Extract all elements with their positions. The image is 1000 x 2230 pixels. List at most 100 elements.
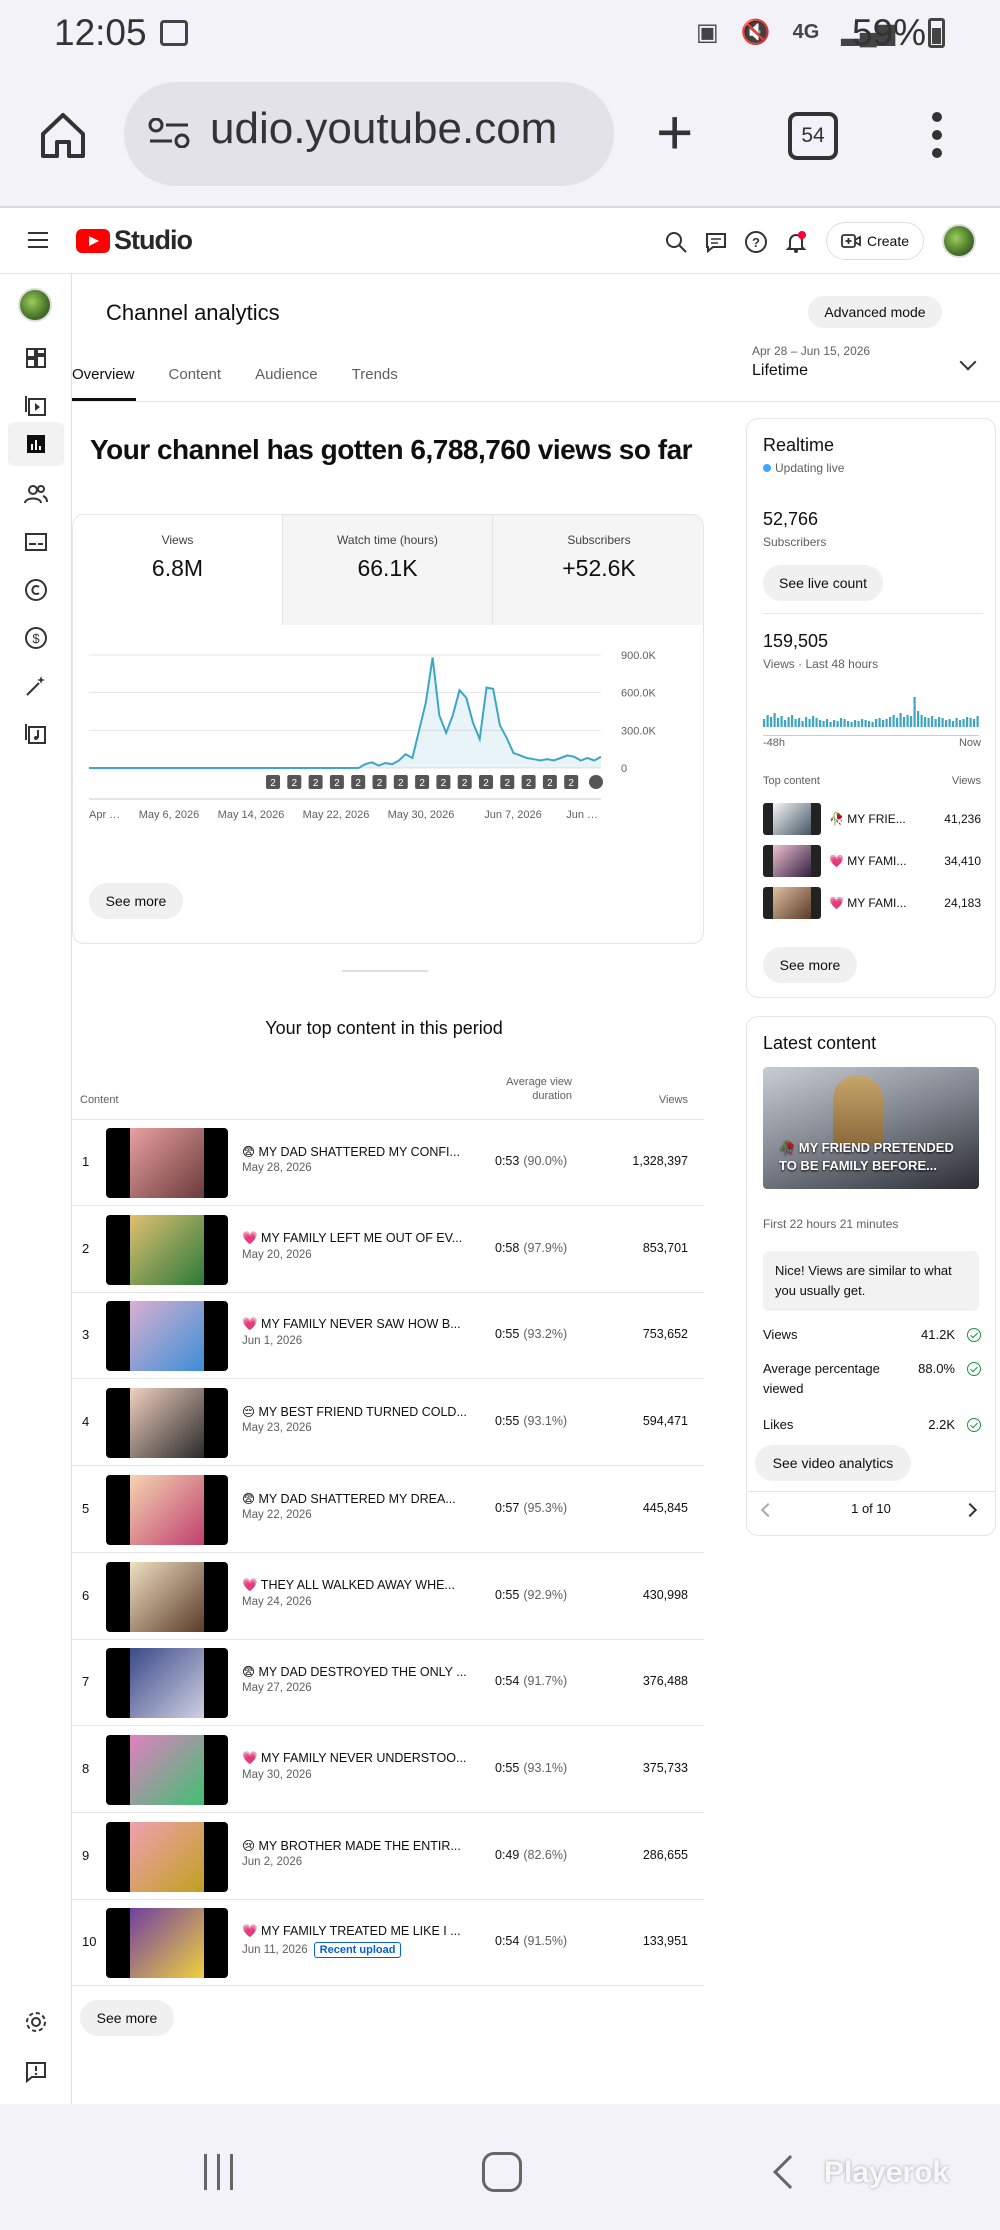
- menu-icon[interactable]: [28, 232, 48, 248]
- video-title[interactable]: 😨 MY DAD SHATTERED MY DREA...: [242, 1491, 472, 1506]
- metric-label: Views: [161, 533, 194, 547]
- video-thumbnail[interactable]: [106, 1128, 228, 1198]
- period-selector[interactable]: Lifetime: [752, 362, 808, 380]
- earn-icon[interactable]: $: [24, 626, 48, 650]
- metric-views[interactable]: Views 6.8M: [73, 515, 283, 625]
- back-icon[interactable]: [773, 2155, 807, 2189]
- series-line[interactable]: [89, 657, 602, 769]
- table-row[interactable]: 5 😨 MY DAD SHATTERED MY DREA... May 22, 20…: [72, 1467, 704, 1553]
- dashboard-icon[interactable]: [24, 346, 48, 370]
- help-icon[interactable]: ?: [744, 230, 768, 254]
- row-rank: 10: [82, 1934, 97, 1950]
- table-row[interactable]: 4 😔 MY BEST FRIEND TURNED COLD... May 23, …: [72, 1380, 704, 1467]
- tab-switcher-button[interactable]: 54: [788, 112, 838, 160]
- metric-subscribers[interactable]: Subscribers +52.6K: [493, 515, 703, 625]
- tab-overview[interactable]: Overview: [72, 366, 169, 383]
- customization-icon[interactable]: [24, 674, 48, 698]
- realtime-bar: [850, 722, 853, 727]
- duration-percent: (97.9%): [523, 1240, 568, 1255]
- table-row[interactable]: 1 😨 MY DAD SHATTERED MY CONFI... May 28, 2…: [72, 1120, 704, 1206]
- video-title[interactable]: 😢 MY BROTHER MADE THE ENTIR...: [242, 1838, 472, 1853]
- table-row[interactable]: 8 💗 MY FAMILY NEVER UNDERSTOO... May 30, 2…: [72, 1727, 704, 1813]
- subtitles-icon[interactable]: [24, 530, 48, 554]
- date-range[interactable]: Apr 28 – Jun 15, 2026: [752, 344, 870, 358]
- views-value: 430,998: [642, 1587, 688, 1602]
- chart-see-more-button[interactable]: See more: [89, 883, 183, 919]
- realtime-video-thumbnail[interactable]: [763, 803, 821, 835]
- chevron-down-icon[interactable]: [959, 353, 977, 371]
- latest-video-thumbnail[interactable]: 🥀 MY FRIEND PRETENDED TO BE FAMILY BEFOR…: [763, 1067, 979, 1189]
- realtime-video-title[interactable]: 💗 MY FAMI...: [829, 854, 906, 868]
- upload-marker-label: 2: [313, 778, 319, 789]
- address-bar[interactable]: udio.youtube.com: [124, 82, 614, 186]
- recent-apps-icon[interactable]: [204, 2154, 233, 2190]
- comments-icon[interactable]: [704, 230, 728, 254]
- browser-menu-icon[interactable]: [920, 112, 954, 160]
- url-text[interactable]: udio.youtube.com: [210, 104, 557, 154]
- realtime-video-thumbnail[interactable]: [763, 887, 821, 919]
- channel-avatar[interactable]: [18, 288, 52, 322]
- realtime-video-title[interactable]: 🥀 MY FRIE...: [829, 812, 906, 826]
- video-title[interactable]: 💗 MY FAMILY NEVER SAW HOW B...: [242, 1317, 472, 1332]
- video-title[interactable]: 💗 MY FAMILY TREATED ME LIKE I ...: [242, 1924, 472, 1939]
- new-tab-icon[interactable]: +: [656, 100, 693, 164]
- notifications-icon[interactable]: [784, 230, 808, 254]
- x-tick-label: Jun 7, 2026: [484, 809, 542, 821]
- table-row[interactable]: 3 💗 MY FAMILY NEVER SAW HOW B... Jun 1, 20…: [72, 1293, 704, 1380]
- video-thumbnail[interactable]: [106, 1561, 228, 1632]
- video-title[interactable]: 💗 MY FAMILY NEVER UNDERSTOO...: [242, 1751, 472, 1766]
- home-icon[interactable]: [38, 110, 88, 160]
- metric-label: Watch time (hours): [337, 533, 438, 547]
- copyright-icon[interactable]: [24, 578, 48, 602]
- video-thumbnail[interactable]: [106, 1734, 228, 1805]
- video-title[interactable]: 😔 MY BEST FRIEND TURNED COLD...: [242, 1404, 472, 1419]
- video-thumbnail[interactable]: [106, 1474, 228, 1545]
- table-row[interactable]: 2 💗 MY FAMILY LEFT ME OUT OF EV... May 20,…: [72, 1207, 704, 1293]
- video-title[interactable]: 💗 MY FAMILY LEFT ME OUT OF EV...: [242, 1231, 472, 1246]
- realtime-bar: [854, 720, 857, 727]
- analytics-icon[interactable]: [24, 432, 48, 456]
- battery-percent: 59%: [852, 12, 927, 53]
- account-avatar[interactable]: [942, 224, 976, 258]
- search-icon[interactable]: [664, 230, 688, 254]
- table-row[interactable]: 7 😨 MY DAD DESTROYED THE ONLY ... May 27, …: [72, 1640, 704, 1727]
- video-thumbnail[interactable]: [106, 1821, 228, 1892]
- home-nav-icon[interactable]: [482, 2152, 522, 2192]
- create-button[interactable]: Create: [826, 222, 924, 260]
- tab-audience[interactable]: Audience: [255, 366, 352, 383]
- realtime-video-title[interactable]: 💗 MY FAMI...: [829, 896, 906, 910]
- feedback-icon[interactable]: [24, 2060, 48, 2084]
- advanced-mode-button[interactable]: Advanced mode: [808, 296, 942, 328]
- realtime-bar: [948, 719, 951, 727]
- audio-library-icon[interactable]: [24, 722, 48, 746]
- realtime-see-more-button[interactable]: See more: [763, 947, 857, 983]
- video-title[interactable]: 😨 MY DAD SHATTERED MY CONFI...: [242, 1144, 472, 1159]
- table-row[interactable]: 6 💗 THEY ALL WALKED AWAY WHE... May 24, 20…: [72, 1554, 704, 1640]
- table-row[interactable]: 10 💗 MY FAMILY TREATED ME LIKE I ... Jun 1…: [72, 1900, 704, 1987]
- settings-icon[interactable]: [24, 2010, 48, 2034]
- more-uploads-icon[interactable]: [589, 775, 603, 789]
- top-content-see-more-button[interactable]: See more: [80, 2000, 174, 2036]
- content-icon[interactable]: [24, 394, 48, 418]
- table-row[interactable]: 9 😢 MY BROTHER MADE THE ENTIR... Jun 2, 20…: [72, 1814, 704, 1900]
- video-title[interactable]: 😨 MY DAD DESTROYED THE ONLY ...: [242, 1664, 472, 1679]
- realtime-bar: [801, 721, 804, 727]
- realtime-bar: [822, 721, 825, 727]
- create-video-icon: [841, 234, 861, 248]
- views-value: 753,652: [642, 1327, 688, 1342]
- see-video-analytics-button[interactable]: See video analytics: [755, 1445, 911, 1481]
- metric-watch-time[interactable]: Watch time (hours) 66.1K: [283, 515, 493, 625]
- video-title[interactable]: 💗 THEY ALL WALKED AWAY WHE...: [242, 1578, 472, 1593]
- studio-logo[interactable]: Studio: [76, 225, 193, 256]
- see-live-count-button[interactable]: See live count: [763, 565, 883, 601]
- video-thumbnail[interactable]: [106, 1388, 228, 1459]
- video-thumbnail[interactable]: [106, 1301, 228, 1372]
- tab-content[interactable]: Content: [169, 366, 256, 383]
- community-icon[interactable]: [24, 482, 48, 506]
- video-thumbnail[interactable]: [106, 1648, 228, 1719]
- site-settings-icon[interactable]: [148, 118, 190, 148]
- video-thumbnail[interactable]: [106, 1214, 228, 1285]
- tab-trends[interactable]: Trends: [352, 366, 432, 383]
- video-thumbnail[interactable]: [106, 1908, 228, 1979]
- realtime-video-thumbnail[interactable]: [763, 845, 821, 877]
